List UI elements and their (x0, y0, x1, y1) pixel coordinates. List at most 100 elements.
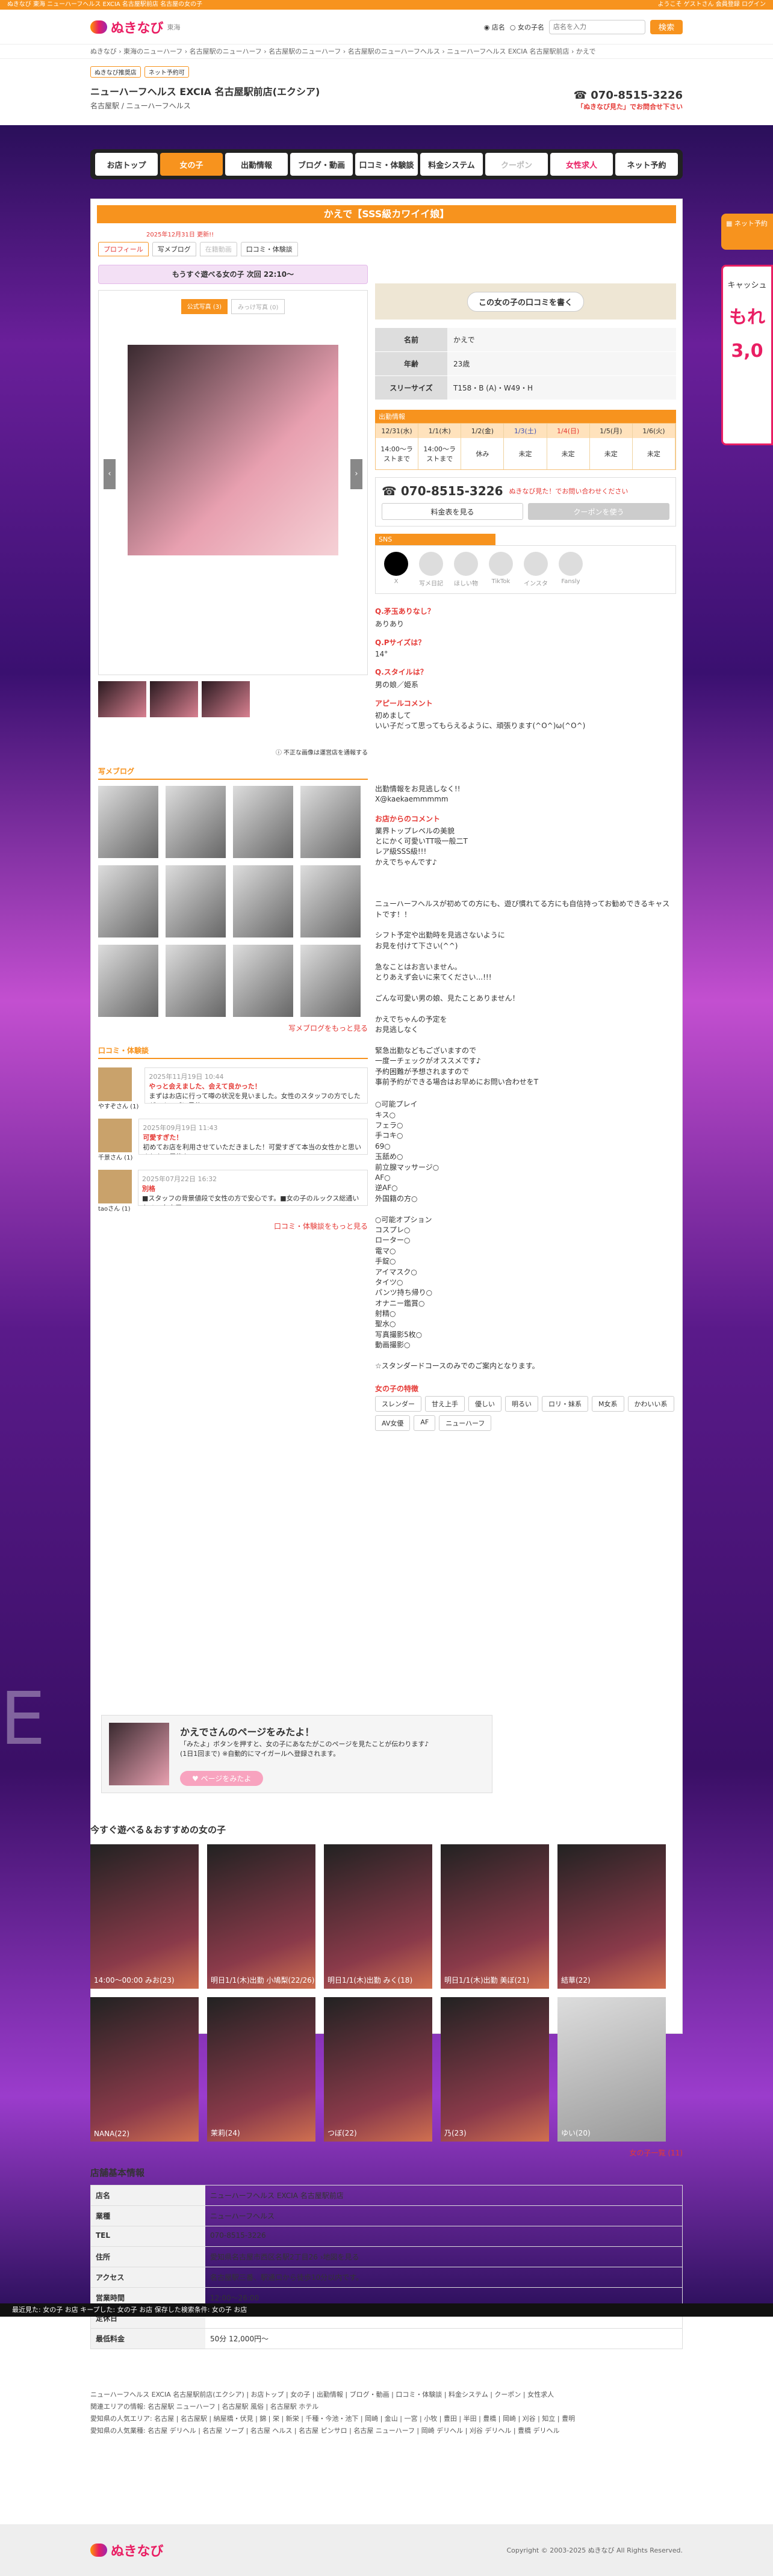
photo-report[interactable]: ⓘ 不正な画像は運営店を通報する (98, 747, 368, 756)
radio-shop[interactable]: ◉ 店名 (484, 22, 505, 32)
footer-links[interactable]: ニューハーフヘルス EXCIA 名古屋駅前店(エクシア) | お店トップ | 女… (90, 2389, 683, 2437)
feature-chip[interactable]: ロリ・妹系 (542, 1396, 588, 1412)
price-button[interactable]: 料金表を見る (382, 503, 523, 520)
reviews-more-link[interactable]: 口コミ・体験談をもっと見る (98, 1221, 368, 1231)
nav-recruit[interactable]: 女性求人 (550, 153, 613, 176)
blog-thumb[interactable] (98, 786, 158, 858)
main-photo[interactable] (128, 345, 338, 555)
search-button[interactable]: 検索 (650, 19, 683, 34)
recommend-card[interactable]: 明日1/1(木)出勤 小鳩梨(22/26) (207, 1844, 315, 1989)
instagram-link[interactable]: インスタ (521, 552, 550, 587)
thumb-2[interactable] (150, 681, 198, 717)
wishlist-link[interactable]: ほしい物 (452, 552, 480, 587)
x-link[interactable]: X (382, 552, 411, 587)
recommend-card[interactable]: 明日1/1(木)出勤 みく(18) (324, 1844, 432, 1989)
blog-thumb[interactable] (98, 945, 158, 1017)
radio-girl[interactable]: ○ 女の子名 (510, 22, 544, 32)
coupon-button[interactable]: クーポンを使う (528, 503, 669, 520)
recommend-more-link[interactable]: 女の子一覧 (11) (90, 2148, 683, 2158)
feature-chip[interactable]: かわいい系 (627, 1396, 674, 1412)
profile-key: 年齢 (375, 352, 447, 375)
recommend-card[interactable]: つぼ(22) (324, 1997, 432, 2142)
search-input[interactable] (549, 19, 645, 34)
write-review-button[interactable]: この女の子の口コミを書く (467, 291, 584, 312)
info-value[interactable]: ニューハーフヘルス EXCIA 名古屋駅前店 (205, 2185, 682, 2205)
next-arrow-icon[interactable]: › (350, 459, 362, 489)
feature-chip[interactable]: AV女優 (375, 1415, 411, 1432)
blog-thumb[interactable] (300, 945, 361, 1017)
nav-schedule[interactable]: 出勤情報 (225, 153, 288, 176)
blog-link[interactable]: 写メ日記 (417, 552, 445, 587)
blog-thumb[interactable] (166, 786, 226, 858)
features-section: 女の子の特徴 スレンダー 甘え上手 優しい 明るい ロリ・妹系 M女系 かわいい系 AV女優 A… (375, 1383, 676, 1432)
info-value[interactable]: 070-8515-3226 (205, 2226, 682, 2246)
recommend-label: つぼ(22) (328, 2129, 357, 2137)
feature-chip[interactable]: 甘え上手 (425, 1396, 465, 1412)
feature-chip[interactable]: 明るい (505, 1396, 538, 1412)
info-key: 最低料金 (91, 2329, 205, 2349)
feature-chip[interactable]: M女系 (592, 1396, 624, 1412)
blog-more-link[interactable]: 写メブログをもっと見る (98, 1023, 368, 1033)
photo-tab-user[interactable]: みっけ写真 (0) (231, 299, 285, 314)
thumb-1[interactable] (98, 681, 146, 717)
sns-heading: SNS (375, 534, 495, 545)
subtab-video[interactable]: 在籍動画 (199, 242, 237, 256)
recommend-card[interactable]: 結華(22) (557, 1844, 666, 1989)
feature-chip[interactable]: スレンダー (375, 1396, 421, 1412)
subtab-reviews[interactable]: 口コミ・体験談 (240, 242, 298, 256)
recommend-card[interactable]: 乃(23) (441, 1997, 549, 2142)
mitayo-button[interactable]: ♥ ページをみたよ (180, 1771, 264, 1786)
top-strip-right[interactable]: ようこそ ゲストさん 会員登録 ログイン (657, 0, 766, 10)
tiktok-icon (489, 552, 513, 576)
feature-chip[interactable]: ニューハーフ (439, 1415, 492, 1432)
recommend-card[interactable]: 明日1/1(木)出勤 美ぼ(21) (441, 1844, 549, 1989)
footer-logo[interactable]: ぬきなび (90, 2540, 164, 2560)
shop-tel[interactable]: ☎ 070-8515-3226 「ぬきなび見た」でお問合せ下さい (574, 89, 683, 111)
blog-thumb[interactable] (166, 945, 226, 1017)
tiktok-link[interactable]: TikTok (486, 552, 515, 587)
subtab-blog[interactable]: 写メブログ (152, 242, 196, 256)
side-reserve-tab[interactable]: ▦ ネット予約 (721, 214, 773, 250)
feature-chip[interactable]: AF (414, 1415, 436, 1432)
subtab-profile[interactable]: プロフィール (98, 242, 149, 256)
blog-thumb[interactable] (300, 786, 361, 858)
profile-subtabs: プロフィール 写メブログ 在籍動画 口コミ・体験談 (98, 242, 368, 256)
recommend-card[interactable]: ゆい(20) (557, 1997, 666, 2142)
blog-thumb[interactable] (98, 865, 158, 937)
review-item[interactable]: やすぞさん (1) 2025年11月19日 10:44 やっと会えました、会えて良か… (98, 1067, 368, 1110)
info-value[interactable]: 愛知県名古屋市西区名駅2丁目26 ›地図を見る (205, 2247, 682, 2267)
blog-thumb[interactable] (233, 865, 293, 937)
thumb-3[interactable] (202, 681, 250, 717)
blog-thumb[interactable] (233, 945, 293, 1017)
feature-chip[interactable]: 優しい (468, 1396, 501, 1412)
nav-reviews[interactable]: 口コミ・体験談 (355, 153, 418, 176)
sched-time: 未定 (590, 438, 633, 469)
nav-price[interactable]: 料金システム (420, 153, 483, 176)
nav-reserve[interactable]: ネット予約 (615, 153, 678, 176)
review-list: やすぞさん (1) 2025年11月19日 10:44 やっと会えました、会えて良か… (98, 1067, 368, 1212)
review-date: 2025年07月22日 16:32 (142, 1175, 217, 1183)
site-logo[interactable]: ぬきなび 東海 (90, 17, 181, 37)
prev-arrow-icon[interactable]: ‹ (104, 459, 116, 489)
contact-tel[interactable]: ☎ 070-8515-3226 (382, 484, 503, 498)
side-ad[interactable]: キャッシュ もれ 3,0 (721, 265, 773, 445)
recommend-card[interactable]: 茉莉(24) (207, 1997, 315, 2142)
info-value: ニューハーフヘルス (210, 2212, 275, 2220)
fansly-link[interactable]: Fansly (556, 552, 585, 587)
blog-thumb[interactable] (166, 865, 226, 937)
recommend-card[interactable]: NANA(22) (90, 1997, 199, 2142)
recent-bar[interactable]: 最近見た: 女の子 お店 キープした: 女の子 お店 保存した検索条件: 女の子… (0, 2303, 773, 2317)
review-item[interactable]: taoさん (1) 2025年07月22日 16:32 別格 ■スタッフの背景値段で女… (98, 1170, 368, 1212)
nav-top[interactable]: お店トップ (95, 153, 158, 176)
radio-shop-label: 店名 (491, 23, 505, 31)
photo-tab-official[interactable]: 公式写真 (3) (181, 299, 228, 314)
blog-thumb[interactable] (233, 786, 293, 858)
breadcrumb[interactable]: ぬきなび › 東海のニューハーフ › 名古屋駅のニューハーフ › 名古屋駅のニュ… (0, 45, 773, 59)
sched-time: 未定 (504, 438, 547, 469)
nav-coupon[interactable]: クーポン (485, 153, 548, 176)
nav-blog[interactable]: ブログ・動画 (290, 153, 353, 176)
nav-girls[interactable]: 女の子 (160, 153, 223, 176)
recommend-card[interactable]: 14:00〜00:00 みお(23) (90, 1844, 199, 1989)
blog-thumb[interactable] (300, 865, 361, 937)
review-item[interactable]: 千景さん (1) 2025年09月19日 11:43 可愛すぎた！ 初めてお店を利用さ… (98, 1119, 368, 1161)
